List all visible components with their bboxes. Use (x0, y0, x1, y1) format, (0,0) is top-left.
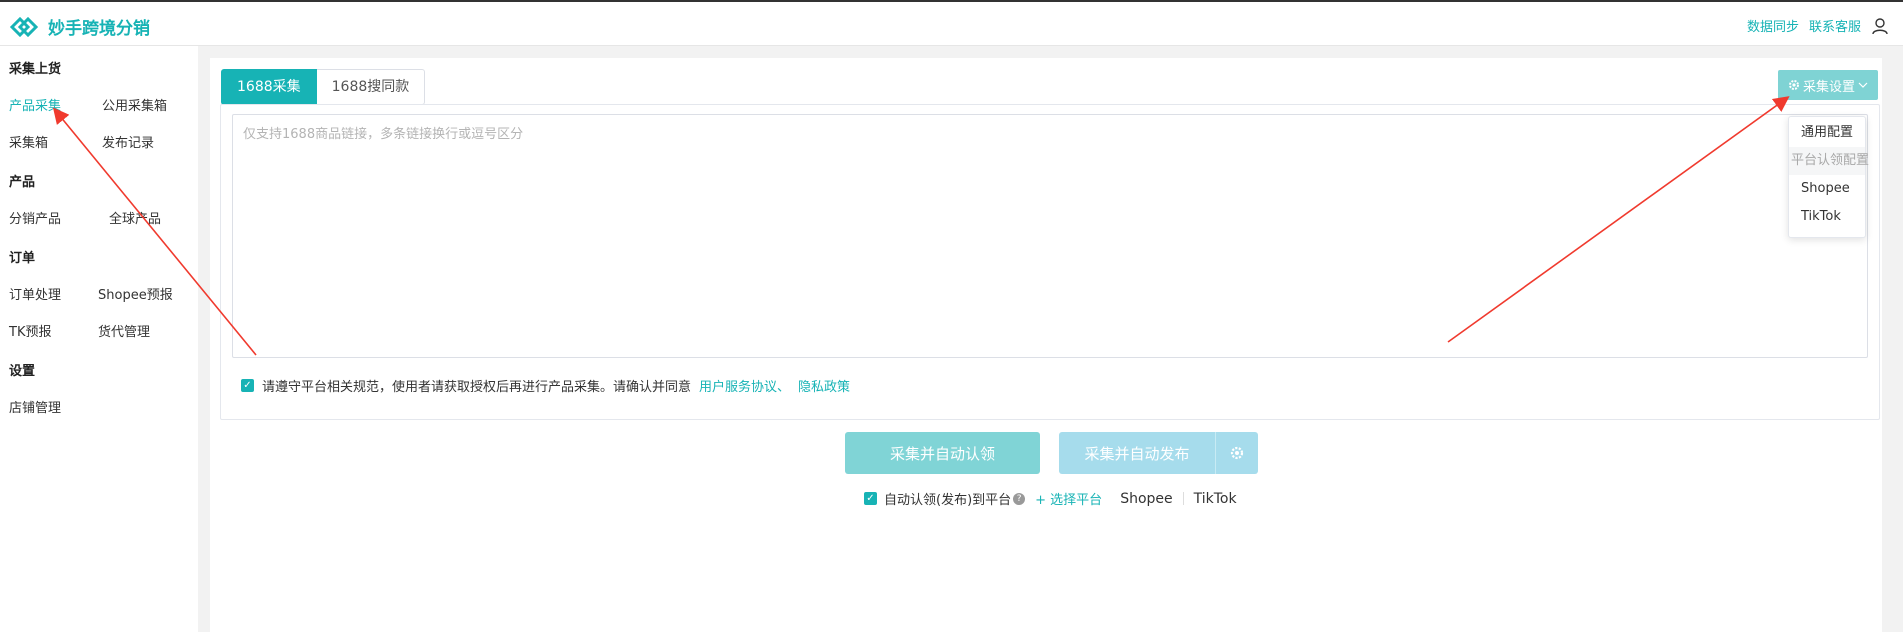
sidebar-item-public-collect-box[interactable]: 公用采集箱 (102, 95, 167, 114)
auto-claim-label: 自动认领(发布)到平台 (884, 493, 1012, 508)
gear-icon (1788, 80, 1799, 90)
menu-item-platform-claim-config: 平台认领配置 (1789, 147, 1869, 175)
auto-claim-row: ✓ 自动认领(发布)到平台 ? + 选择平台 Shopee TikTok (864, 489, 1237, 508)
app-title: 妙手跨境分销 (48, 19, 150, 39)
sidebar-item-forwarder-management[interactable]: 货代管理 (98, 321, 150, 340)
platform-divider (1182, 492, 1184, 505)
sidebar-item-order-processing[interactable]: 订单处理 (9, 284, 61, 303)
chevron-down-icon (1858, 82, 1868, 88)
user-service-agreement-link[interactable]: 用户服务协议、 (699, 376, 790, 395)
menu-item-tiktok[interactable]: TikTok (1789, 203, 1865, 231)
sidebar-item-store-management[interactable]: 店铺管理 (9, 397, 61, 416)
sidebar-section-orders: 订单 (9, 251, 36, 266)
collect-tabs: 1688采集 1688搜同款 (221, 69, 426, 105)
sidebar-item-collect-box[interactable]: 采集箱 (9, 132, 48, 151)
menu-item-general-config[interactable]: 通用配置 (1789, 119, 1865, 147)
contact-support-link[interactable]: 联系客服 (1809, 16, 1861, 35)
publish-button-group: 采集并自动发布 (1059, 432, 1258, 474)
auto-claim-checkbox[interactable]: ✓ (864, 492, 877, 505)
sidebar-item-shopee-forecast[interactable]: Shopee预报 (98, 284, 173, 303)
sidebar-section-product: 产品 (9, 175, 36, 190)
main-panel: 1688采集 1688搜同款 采集设置 通用配置 平台认领配置 Shopee T… (210, 58, 1882, 632)
tab-1688-search-same[interactable]: 1688搜同款 (316, 69, 426, 105)
sidebar-item-global-products[interactable]: 全球产品 (109, 208, 161, 227)
sidebar-item-tk-forecast[interactable]: TK预报 (9, 321, 51, 340)
agreement-checkbox[interactable]: ✓ (241, 379, 254, 392)
agreement-text: 请遵守平台相关规范，使用者请获取授权后再进行产品采集。请确认并同意 (262, 380, 692, 395)
privacy-policy-link[interactable]: 隐私政策 (798, 376, 850, 395)
tab-1688-collect[interactable]: 1688采集 (221, 69, 317, 105)
collect-settings-menu: 通用配置 平台认领配置 Shopee TikTok (1788, 116, 1869, 238)
sidebar-section-settings: 设置 (9, 364, 36, 379)
platform-tag-shopee[interactable]: Shopee (1120, 491, 1172, 507)
data-sync-link[interactable]: 数据同步 (1747, 16, 1799, 35)
top-bar: 妙手跨境分销 数据同步 联系客服 (0, 0, 1903, 46)
agreement-row: ✓ 请遵守平台相关规范，使用者请获取授权后再进行产品采集。请确认并同意 用户服务… (241, 376, 850, 395)
sidebar-item-publish-records[interactable]: 发布记录 (102, 132, 154, 151)
collect-and-publish-button[interactable]: 采集并自动发布 (1059, 432, 1215, 474)
collect-settings-label: 采集设置 (1802, 79, 1855, 95)
logo-icon (10, 16, 38, 37)
link-input[interactable] (232, 114, 1868, 358)
sidebar-item-distribution-products[interactable]: 分销产品 (9, 208, 61, 227)
user-icon[interactable] (1871, 17, 1889, 35)
sidebar-section-collect: 采集上货 (9, 62, 62, 77)
gear-icon (1230, 446, 1244, 460)
platform-tag-tiktok[interactable]: TikTok (1194, 491, 1237, 507)
menu-item-shopee[interactable]: Shopee (1789, 175, 1865, 203)
sidebar-item-product-collect[interactable]: 产品采集 (9, 95, 61, 114)
collect-settings-button[interactable]: 采集设置 (1778, 70, 1878, 100)
sidebar: 采集上货 产品采集 公用采集箱 采集箱 发布记录 产品 分销产品 全球产品 订单… (0, 46, 198, 632)
choose-platform-link[interactable]: + 选择平台 (1035, 489, 1102, 508)
collect-and-claim-button[interactable]: 采集并自动认领 (845, 432, 1040, 474)
logo[interactable]: 妙手跨境分销 (10, 14, 150, 39)
publish-settings-button[interactable] (1215, 432, 1258, 474)
help-icon[interactable]: ? (1013, 492, 1026, 505)
